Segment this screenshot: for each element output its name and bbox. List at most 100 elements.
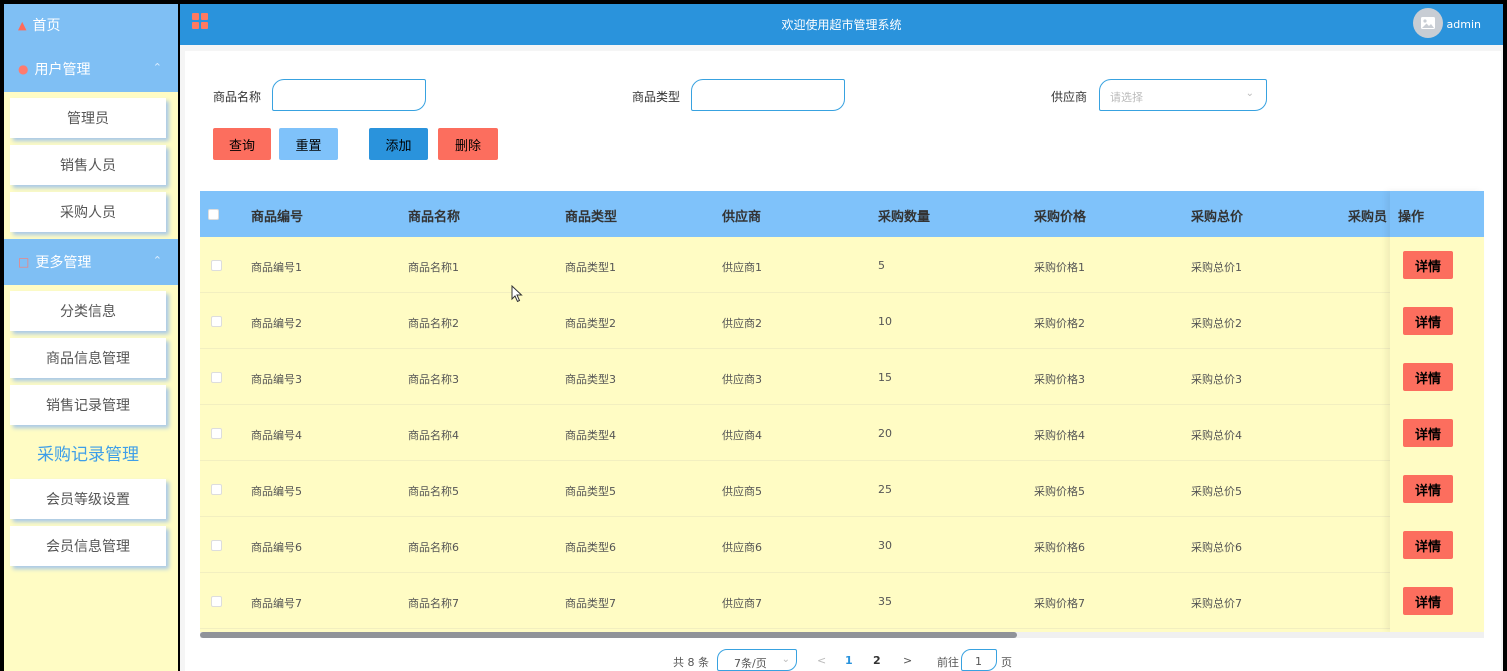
page-number[interactable]: 2 <box>873 654 881 667</box>
product-type-input[interactable] <box>691 79 845 111</box>
sidebar-group-more-management[interactable]: □ 更多管理 ⌃ <box>4 239 178 285</box>
image-icon <box>1421 17 1435 29</box>
sidebar-item-purchase-records[interactable]: 采购记录管理 <box>10 432 166 472</box>
sidebar-group-user-management[interactable]: ● 用户管理 ⌃ <box>4 46 178 92</box>
cell-supplier: 供应商4 <box>722 429 762 442</box>
next-page-icon[interactable]: > <box>903 654 912 667</box>
sidebar-item-admin[interactable]: 管理员 <box>10 98 166 138</box>
sidebar-item-member-level[interactable]: 会员等级设置 <box>10 479 166 519</box>
table-row[interactable]: 商品编号1 商品名称1 商品类型1 供应商1 5 采购价格1 采购总价1 <box>200 237 1484 293</box>
sidebar-item-member-info[interactable]: 会员信息管理 <box>10 526 166 566</box>
cell-product-name: 商品名称6 <box>408 541 459 554</box>
top-header: 欢迎使用超市管理系统 admin <box>180 4 1503 45</box>
cell-supplier: 供应商3 <box>722 373 762 386</box>
table-row[interactable]: 商品编号5 商品名称5 商品类型5 供应商5 25 采购价格5 采购总价5 <box>200 461 1484 517</box>
avatar[interactable] <box>1413 8 1443 38</box>
col-header-quantity[interactable]: 采购数量 <box>878 206 930 225</box>
cell-product-type: 商品类型4 <box>565 429 616 442</box>
sidebar-item-category[interactable]: 分类信息 <box>10 291 166 331</box>
table-row[interactable]: 商品编号2 商品名称2 商品类型2 供应商2 10 采购价格2 采购总价2 <box>200 293 1484 349</box>
page-number-current[interactable]: 1 <box>845 654 853 667</box>
sidebar-group-label: 更多管理 <box>35 255 92 271</box>
cell-product-id: 商品编号2 <box>251 317 302 330</box>
row-checkbox[interactable] <box>211 372 222 383</box>
row-checkbox[interactable] <box>211 484 222 495</box>
cell-total: 采购总价5 <box>1191 485 1242 498</box>
cell-supplier: 供应商1 <box>722 261 762 274</box>
col-header-purchaser[interactable]: 采购员 <box>1348 206 1387 225</box>
cell-supplier: 供应商6 <box>722 541 762 554</box>
sidebar-item-sales-staff[interactable]: 销售人员 <box>10 145 166 185</box>
row-checkbox[interactable] <box>211 260 222 271</box>
table-row[interactable]: 商品编号4 商品名称4 商品类型4 供应商4 20 采购价格4 采购总价4 <box>200 405 1484 461</box>
sidebar-item-sales-records[interactable]: 销售记录管理 <box>10 385 166 425</box>
col-header-price[interactable]: 采购价格 <box>1034 206 1086 225</box>
goto-prefix: 前往 <box>937 656 959 669</box>
supplier-label: 供应商 <box>1051 90 1088 104</box>
row-checkbox[interactable] <box>211 540 222 551</box>
cell-product-id: 商品编号6 <box>251 541 302 554</box>
cell-product-id: 商品编号3 <box>251 373 302 386</box>
cell-product-type: 商品类型6 <box>565 541 616 554</box>
select-all-checkbox[interactable] <box>208 209 219 220</box>
detail-button[interactable]: 详情 <box>1403 363 1453 391</box>
username[interactable]: admin <box>1447 18 1481 31</box>
cell-total: 采购总价3 <box>1191 373 1242 386</box>
cell-product-name: 商品名称2 <box>408 317 459 330</box>
table-body: 商品编号1 商品名称1 商品类型1 供应商1 5 采购价格1 采购总价1 商品编… <box>200 237 1484 632</box>
col-header-supplier[interactable]: 供应商 <box>722 206 761 225</box>
detail-button[interactable]: 详情 <box>1403 307 1453 335</box>
cell-quantity: 15 <box>878 371 892 384</box>
product-type-label: 商品类型 <box>632 90 681 104</box>
detail-button[interactable]: 详情 <box>1403 251 1453 279</box>
scrollbar-thumb[interactable] <box>200 632 1017 638</box>
sidebar-item-home[interactable]: ▲ 首页 <box>4 4 178 46</box>
delete-button[interactable]: 删除 <box>438 128 498 160</box>
add-button[interactable]: 添加 <box>369 128 428 160</box>
col-header-product-type[interactable]: 商品类型 <box>565 206 617 225</box>
goto-page-input[interactable]: 1 <box>961 649 997 671</box>
sidebar: ▲ 首页 ● 用户管理 ⌃ 管理员 销售人员 采购人员 □ 更多管理 ⌃ 分类信… <box>4 4 178 671</box>
row-checkbox[interactable] <box>211 316 222 327</box>
table-row[interactable]: 商品编号6 商品名称6 商品类型6 供应商6 30 采购价格6 采购总价6 <box>200 517 1484 573</box>
col-header-product-name[interactable]: 商品名称 <box>408 206 460 225</box>
cell-total: 采购总价1 <box>1191 261 1242 274</box>
detail-button[interactable]: 详情 <box>1403 531 1453 559</box>
cell-quantity: 25 <box>878 483 892 496</box>
mouse-cursor-icon <box>511 285 523 303</box>
detail-button[interactable]: 详情 <box>1403 475 1453 503</box>
query-button[interactable]: 查询 <box>213 128 271 160</box>
cell-product-id: 商品编号1 <box>251 261 302 274</box>
home-icon: ▲ <box>18 18 27 32</box>
horizontal-scrollbar[interactable] <box>200 632 1484 638</box>
reset-button[interactable]: 重置 <box>279 128 338 160</box>
sidebar-item-product-info[interactable]: 商品信息管理 <box>10 338 166 378</box>
col-header-actions: 操作 <box>1390 191 1484 237</box>
product-name-input[interactable] <box>272 79 426 111</box>
col-header-product-id[interactable]: 商品编号 <box>251 206 303 225</box>
sidebar-item-purchase-staff[interactable]: 采购人员 <box>10 192 166 232</box>
col-header-total[interactable]: 采购总价 <box>1191 206 1243 225</box>
row-checkbox[interactable] <box>211 428 222 439</box>
cell-price: 采购价格1 <box>1034 261 1085 274</box>
page-title: 欢迎使用超市管理系统 <box>781 18 902 32</box>
pagination-total: 共 8 条 <box>673 656 709 669</box>
table-row[interactable]: 商品编号7 商品名称7 商品类型7 供应商7 35 采购价格7 采购总价7 <box>200 573 1484 629</box>
cell-product-type: 商品类型5 <box>565 485 616 498</box>
table-header: 商品编号 商品名称 商品类型 供应商 采购数量 采购价格 采购总价 采购员 <box>200 191 1484 237</box>
row-checkbox[interactable] <box>211 596 222 607</box>
sidebar-home-label: 首页 <box>32 18 61 34</box>
detail-button[interactable]: 详情 <box>1403 419 1453 447</box>
cell-supplier: 供应商7 <box>722 597 762 610</box>
page-size-select[interactable]: 7条/页 ⌄ <box>717 649 797 671</box>
cell-product-id: 商品编号4 <box>251 429 302 442</box>
table-row[interactable]: 商品编号3 商品名称3 商品类型3 供应商3 15 采购价格3 采购总价3 <box>200 349 1484 405</box>
cell-product-id: 商品编号5 <box>251 485 302 498</box>
detail-button[interactable]: 详情 <box>1403 587 1453 615</box>
supplier-select[interactable]: 请选择 ⌄ <box>1099 79 1267 111</box>
prev-page-icon[interactable]: < <box>817 654 826 667</box>
chevron-down-icon: ⌄ <box>781 654 790 665</box>
cell-product-name: 商品名称5 <box>408 485 459 498</box>
cell-quantity: 10 <box>878 315 892 328</box>
pagination: 共 8 条 7条/页 ⌄ < 1 2 > 前往 1 页 <box>185 648 1501 671</box>
